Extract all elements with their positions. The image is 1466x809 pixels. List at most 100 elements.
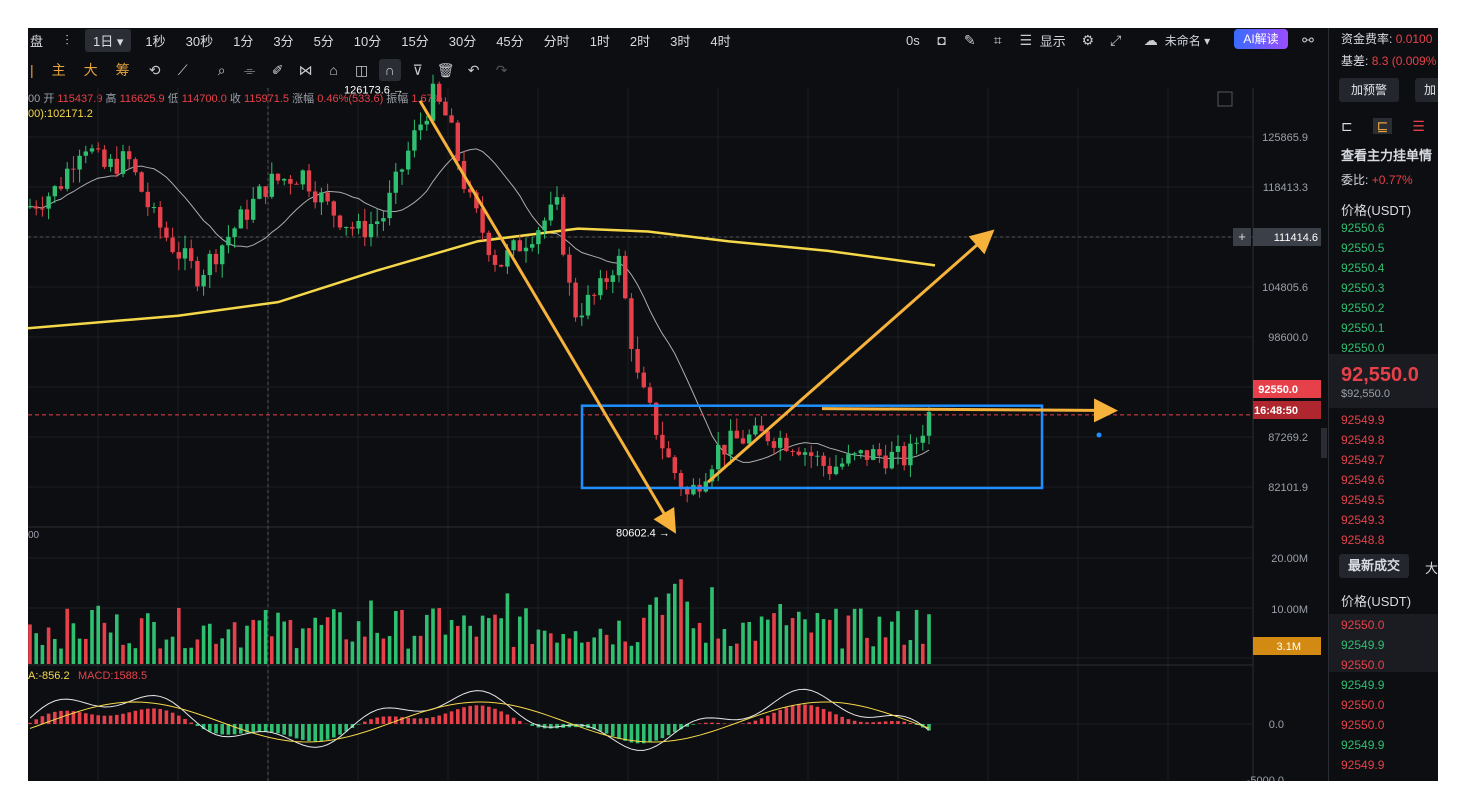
macd-bar	[220, 724, 224, 735]
bid-row[interactable]: 92549.5	[1341, 493, 1384, 507]
candle-body	[257, 186, 262, 199]
candle-body	[511, 240, 516, 251]
volume-bar	[598, 628, 603, 664]
bid-row[interactable]: 92549.6	[1341, 473, 1384, 487]
chart-svg[interactable]: 126173.6 → 80602.4 → 125865.9 118413.3 1048…	[28, 28, 1328, 781]
volume-bar	[195, 639, 200, 664]
ask-row[interactable]: 92550.1	[1341, 321, 1384, 335]
ask-row[interactable]: 92550.5	[1341, 241, 1384, 255]
candle-body	[151, 207, 157, 209]
macd-bar	[493, 708, 497, 724]
candle-body	[201, 275, 206, 287]
volume-bar	[412, 635, 417, 664]
candle-body	[542, 220, 547, 231]
macd-bar	[623, 724, 627, 741]
macd-bar	[480, 705, 485, 724]
bid-row[interactable]: 92549.8	[1341, 433, 1384, 447]
volume-bar	[437, 608, 441, 664]
candle-body	[759, 425, 764, 432]
volume-bar	[59, 648, 63, 664]
orderbook-view-icons: ⊏ ⊑ ☰	[1341, 118, 1425, 135]
candle-body	[753, 425, 758, 435]
macd-bar	[852, 720, 857, 724]
volume-bar	[611, 644, 615, 664]
candle-body	[592, 294, 597, 296]
volume-bar	[146, 613, 150, 664]
ask-row[interactable]: 92550.3	[1341, 281, 1384, 295]
candle-body	[821, 455, 826, 466]
asks-view-icon[interactable]: ☰	[1412, 118, 1425, 134]
macd-bar	[635, 724, 640, 744]
ask-row[interactable]: 92550.6	[1341, 221, 1384, 235]
volume-bar	[511, 646, 516, 664]
price-tick-label: 98600.0	[1268, 332, 1308, 344]
macd-bar	[53, 711, 57, 724]
bid-row[interactable]: 92549.3	[1341, 513, 1384, 527]
macd-bar	[666, 724, 671, 736]
volume-bar	[914, 609, 919, 664]
price-tick-label: 87269.2	[1268, 432, 1308, 444]
volume-bar	[257, 620, 262, 664]
candle-body	[263, 186, 268, 197]
macd-bar	[648, 724, 652, 743]
macd-bar	[319, 724, 324, 741]
macd-bar	[673, 724, 677, 733]
bid-row[interactable]: 92549.9	[1341, 413, 1384, 427]
ask-row[interactable]: 92550.4	[1341, 261, 1384, 275]
chart-frame: 盘 ⫶ 1日 ▾ 1秒 30秒 1分 3分 5分 10分 15分 30分 45分…	[28, 28, 1438, 781]
volume-bar	[902, 644, 906, 664]
candle-body	[108, 158, 113, 167]
macd-bar	[710, 722, 714, 724]
macd-bar	[766, 715, 770, 724]
ask-row[interactable]: 92550.2	[1341, 301, 1384, 315]
volume-bar	[232, 622, 237, 664]
bid-row[interactable]: 92549.7	[1341, 453, 1384, 467]
bids-view-icon[interactable]: ⊑	[1372, 118, 1393, 134]
candle-body	[393, 171, 398, 193]
volume-bar	[387, 635, 392, 664]
volume-bar	[493, 614, 497, 664]
macd-tick-label: -5000.0	[1247, 775, 1284, 781]
candle-body	[616, 255, 622, 276]
volume-pane-label: 00	[28, 530, 40, 541]
volume-bar	[332, 609, 336, 664]
candle-body	[65, 168, 70, 189]
both-view-icon[interactable]: ⊏	[1341, 118, 1353, 134]
candle-body	[902, 445, 907, 466]
add-button[interactable]: 加	[1415, 78, 1438, 102]
candle-body	[530, 244, 535, 248]
volume-bar	[890, 621, 894, 664]
countdown-label: 16:48:50	[1254, 405, 1298, 417]
funding-rate: 资金费率: 0.0100	[1341, 32, 1433, 46]
volume-bar	[728, 645, 733, 664]
macd-bar	[288, 724, 293, 737]
candle-body	[288, 178, 293, 184]
volume-bar	[158, 648, 162, 664]
volume-bar	[344, 639, 348, 664]
macd-bar	[251, 724, 255, 732]
candle-body	[443, 101, 448, 116]
orderbook-title[interactable]: 查看主力挂单情	[1341, 145, 1432, 164]
add-alert-button[interactable]: 加预警	[1339, 78, 1399, 102]
candle-body	[350, 226, 355, 229]
volume-bar	[220, 638, 224, 664]
volume-bar	[301, 628, 305, 664]
volume-bar	[189, 647, 193, 664]
volume-bar	[747, 621, 751, 664]
candle-body	[486, 232, 491, 256]
candle-body	[641, 372, 646, 388]
volume-bar	[363, 636, 367, 664]
candle-body	[685, 488, 690, 495]
tab-latest-trades[interactable]: 最新成交	[1339, 554, 1409, 578]
volume-bar	[164, 639, 169, 664]
ask-row[interactable]: 92550.0	[1341, 341, 1384, 355]
volume-bar	[753, 640, 758, 664]
candle-body	[517, 240, 522, 252]
macd-bar	[890, 721, 894, 724]
candle-body	[790, 451, 795, 453]
candle-body	[46, 196, 51, 209]
volume-bar	[288, 619, 293, 664]
bid-row[interactable]: 92548.8	[1341, 533, 1384, 547]
volume-tag-label: 3.1M	[1277, 641, 1301, 653]
tab-big-trades[interactable]: 大	[1425, 558, 1438, 577]
